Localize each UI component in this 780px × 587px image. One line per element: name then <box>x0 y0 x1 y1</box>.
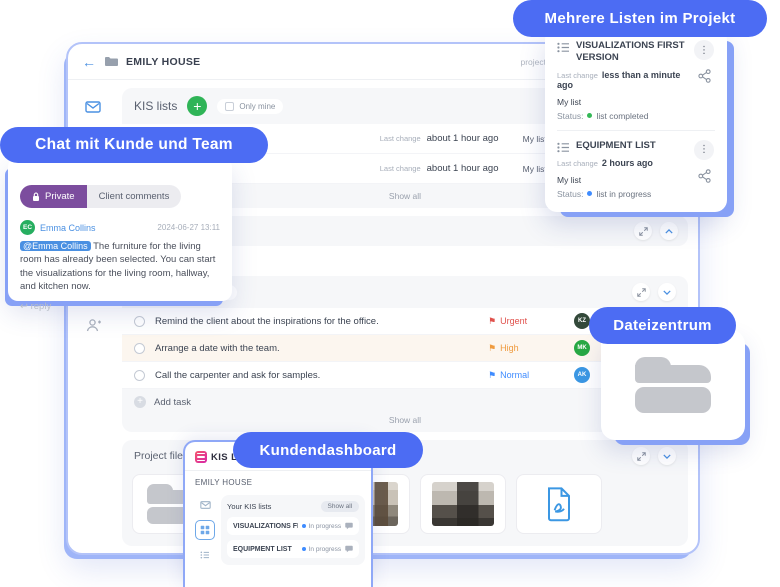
callout-file-center: Dateizentrum <box>589 307 736 344</box>
pdf-file-icon <box>544 486 574 522</box>
plus-icon: + <box>134 396 146 408</box>
reply-arrow-icon: ↩ <box>20 301 28 312</box>
kebab-menu-icon[interactable]: ⋮ <box>694 40 714 60</box>
mini-status: In progress <box>302 546 342 553</box>
lock-icon <box>32 192 40 202</box>
dashboard-project-title: EMILY HOUSE <box>195 478 361 487</box>
task-checkbox[interactable] <box>134 370 145 381</box>
list-icon <box>200 551 210 559</box>
mini-show-all-button[interactable]: Show all <box>321 501 360 512</box>
mini-sidebar-item-messages[interactable] <box>195 495 215 515</box>
kis-list-logo-icon <box>195 451 207 463</box>
add-list-button[interactable]: + <box>187 96 207 116</box>
message-timestamp: 2024-06-27 13:11 <box>157 223 220 232</box>
grid-icon <box>200 525 210 535</box>
assignee-avatar: AK <box>574 367 590 383</box>
folder-icon <box>104 56 118 67</box>
share-icon[interactable] <box>698 69 711 83</box>
mini-sidebar-item-dashboard[interactable] <box>195 520 215 540</box>
flag-icon: ⚑ <box>488 344 496 353</box>
only-mine-checkbox[interactable] <box>225 102 234 111</box>
reply-link[interactable]: ↩ reply <box>20 301 220 312</box>
back-arrow-icon[interactable]: ← <box>82 55 96 69</box>
person-add-icon <box>86 318 101 333</box>
expand-icon[interactable] <box>632 447 650 465</box>
expand-icon[interactable] <box>634 222 652 240</box>
message-author[interactable]: Emma Collins <box>40 223 96 233</box>
mini-lists-panel: Your KIS lists Show all VISUALIZATIONS F… <box>221 495 365 565</box>
list-icon <box>557 142 570 153</box>
interior-photo-thumbnail <box>432 482 494 526</box>
divider <box>185 470 371 471</box>
chat-tabs: Private Client comments <box>20 185 220 208</box>
marketing-screenshot: ← EMILY HOUSE project <box>0 0 780 587</box>
file-tile-photo[interactable] <box>420 474 506 534</box>
expand-icon[interactable] <box>632 283 650 301</box>
mini-sidebar-item-lists[interactable] <box>195 545 215 565</box>
priority-label: ⚑High <box>488 343 574 353</box>
status-dot-blue <box>587 191 592 196</box>
chevron-up-icon[interactable] <box>660 222 678 240</box>
divider <box>557 130 715 131</box>
mini-list-row[interactable]: VISUALIZATIONS FI... In progress <box>227 517 359 535</box>
callout-chat: Chat mit Kunde und Team <box>0 127 268 163</box>
multiple-lists-card: VISUALIZATIONS FIRST VERSION Last change… <box>545 28 727 212</box>
flag-icon: ⚑ <box>488 317 496 326</box>
file-center-card[interactable] <box>601 330 745 440</box>
mini-status: In progress <box>302 523 342 530</box>
kebab-menu-icon[interactable]: ⋮ <box>694 140 714 160</box>
chat-card: Private Client comments EC Emma Collins … <box>8 157 232 301</box>
list-icon <box>557 42 570 53</box>
chevron-down-icon[interactable] <box>658 283 676 301</box>
sidebar-item-invite-user[interactable] <box>78 310 108 340</box>
folder-icon <box>635 357 711 413</box>
mention-chip[interactable]: @Emma Collins <box>20 241 91 251</box>
share-icon[interactable] <box>698 169 711 183</box>
chevron-down-icon[interactable] <box>658 447 676 465</box>
mini-panel-title: Your KIS lists <box>227 502 271 511</box>
kis-lists-title: KIS lists <box>134 99 177 113</box>
mail-icon <box>85 101 101 113</box>
mini-list-row[interactable]: EQUIPMENT LIST In progress <box>227 540 359 558</box>
sidebar-item-messages[interactable] <box>78 92 108 122</box>
task-checkbox[interactable] <box>134 343 145 354</box>
priority-label: ⚑Urgent <box>488 316 574 326</box>
list-card-item[interactable]: EQUIPMENT LIST Last change2 hours ago My… <box>557 140 715 199</box>
mail-icon <box>200 501 211 509</box>
assignee-avatar: MK <box>574 340 590 356</box>
avatar: EC <box>20 220 35 235</box>
callout-dashboard: Kundendashboard <box>233 432 423 468</box>
project-title: EMILY HOUSE <box>126 56 201 68</box>
list-card-item[interactable]: VISUALIZATIONS FIRST VERSION Last change… <box>557 40 715 121</box>
comment-icon[interactable] <box>345 545 353 553</box>
priority-label: ⚑Normal <box>488 370 574 380</box>
callout-multiple-lists: Mehrere Listen im Projekt <box>513 0 767 37</box>
only-mine-filter[interactable]: Only mine <box>217 99 283 114</box>
file-tile-pdf[interactable] <box>516 474 602 534</box>
mini-sidebar <box>195 495 215 565</box>
tab-private[interactable]: Private <box>20 185 87 208</box>
message-body: @Emma Collins The furniture for the livi… <box>20 240 220 293</box>
comment-icon[interactable] <box>345 522 353 530</box>
header-right-text: project <box>520 57 546 67</box>
tab-client-comments[interactable]: Client comments <box>87 185 182 208</box>
status-dot-green <box>587 113 592 118</box>
assignee-avatar: KZ <box>574 313 590 329</box>
task-checkbox[interactable] <box>134 316 145 327</box>
flag-icon: ⚑ <box>488 371 496 380</box>
